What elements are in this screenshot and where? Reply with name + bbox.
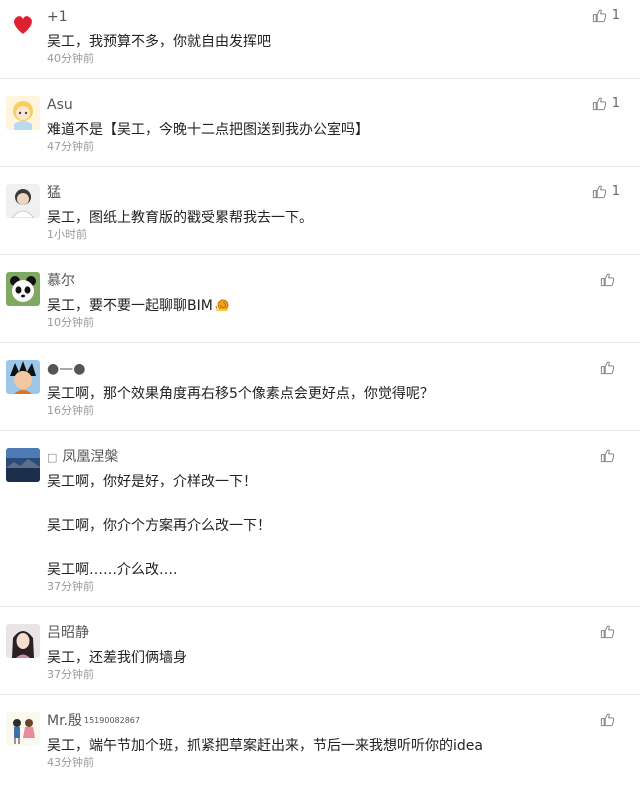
like-count: 1 xyxy=(611,8,620,23)
comment-time: 37分钟前 xyxy=(47,580,94,593)
like-button[interactable]: 1 xyxy=(592,184,620,199)
thumbs-up-icon xyxy=(592,185,606,199)
divider xyxy=(0,430,640,431)
thumbs-up-icon xyxy=(600,625,615,639)
like-count: 1 xyxy=(611,184,620,199)
like-count: 1 xyxy=(611,96,620,111)
divider xyxy=(0,254,640,255)
like-button[interactable] xyxy=(600,360,620,375)
thumbs-up-icon xyxy=(592,97,606,111)
comment-author[interactable]: 猛 xyxy=(47,184,61,202)
divider xyxy=(0,606,640,607)
thumbs-up-icon xyxy=(600,273,615,287)
anime-girl-avatar-icon[interactable] xyxy=(6,96,40,130)
comment-text: 吴工啊，你好是好，介样改一下！ 吴工啊，你介个方案再介么改一下！ 吴工啊……介么… xyxy=(47,474,271,578)
landscape-avatar-icon[interactable] xyxy=(6,448,40,482)
comment-time: 43分钟前 xyxy=(47,756,94,769)
like-button[interactable] xyxy=(600,448,620,463)
comment-author[interactable]: Asu xyxy=(47,96,73,114)
author-phone-superscript: 15190082867 xyxy=(84,716,140,725)
divider xyxy=(0,166,640,167)
comment-text: 难道不是【吴工，今晚十二点把图送到我办公室吗】 xyxy=(47,122,369,138)
panda-avatar-icon[interactable] xyxy=(6,272,40,306)
comment-text: 吴工，图纸上教育版的戳受累帮我去一下。 xyxy=(47,210,313,226)
comment-time: 40分钟前 xyxy=(47,52,94,65)
comment-time: 16分钟前 xyxy=(47,404,94,417)
comment-author[interactable]: □ 凤凰涅槃 xyxy=(47,448,118,467)
comment-text: 吴工，还差我们俩墙身 xyxy=(47,650,187,666)
comment-author[interactable]: 慕尔 xyxy=(47,272,75,290)
divider xyxy=(0,694,640,695)
red-heart-avatar-icon[interactable] xyxy=(6,8,40,42)
divider xyxy=(0,342,640,343)
like-button[interactable]: 1 xyxy=(592,96,620,111)
comment-author[interactable]: Mr.殷 15190082867 xyxy=(47,712,140,730)
thumbs-up-icon xyxy=(600,449,615,463)
comment-author[interactable]: 吕昭静 xyxy=(47,624,89,642)
like-button[interactable] xyxy=(600,712,620,727)
comment-time: 47分钟前 xyxy=(47,140,94,153)
comment-time: 1小时前 xyxy=(47,228,87,241)
thumbs-up-icon xyxy=(592,9,606,23)
comment-text: 吴工，我预算不多，你就自由发挥吧 xyxy=(47,34,271,50)
thumbs-up-icon xyxy=(600,713,615,727)
like-button[interactable] xyxy=(600,624,620,639)
comment-author[interactable]: +1 xyxy=(47,8,68,26)
couple-avatar-icon[interactable] xyxy=(6,712,40,746)
thumbs-up-icon xyxy=(600,361,615,375)
like-button[interactable]: 1 xyxy=(592,8,620,23)
divider xyxy=(0,78,640,79)
comment-text-line: 吴工，要不要一起聊聊BIM xyxy=(47,298,213,314)
girl-avatar-icon[interactable] xyxy=(6,624,40,658)
comment-time: 10分钟前 xyxy=(47,316,94,329)
boy-avatar-icon[interactable] xyxy=(6,184,40,218)
comment-text: 吴工，端午节加个班，抓紧把草案赶出来，节后一来我想听听你的idea xyxy=(47,738,483,754)
cartoon-hero-avatar-icon[interactable] xyxy=(6,360,40,394)
comment-list: +1 吴工，我预算不多，你就自由发挥吧 40分钟前 1 Asu 难道不是【吴工，… xyxy=(0,0,640,793)
comment-author[interactable]: ●—● xyxy=(47,360,85,378)
snail-emoji-icon xyxy=(214,299,229,311)
like-button[interactable] xyxy=(600,272,620,287)
comment-text: 吴工啊，那个效果角度再右移5个像素点会更好点，你觉得呢？ xyxy=(47,386,434,402)
comment-time: 37分钟前 xyxy=(47,668,94,681)
comment-text: 吴工，要不要一起聊聊BIM xyxy=(47,295,230,317)
name-prefix-icon: □ xyxy=(47,451,58,464)
